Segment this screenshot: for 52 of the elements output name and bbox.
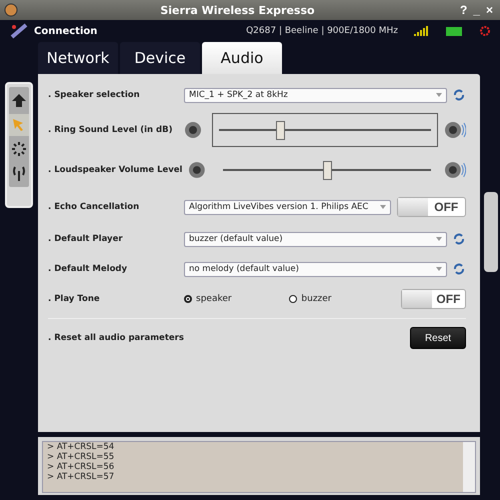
slider-track[interactable] — [212, 113, 438, 147]
setting-label: . Default Melody — [48, 264, 128, 274]
radio-option[interactable]: buzzer — [289, 294, 389, 304]
slider-thumb[interactable] — [276, 121, 286, 140]
signal-icon — [414, 26, 430, 36]
caret-icon — [436, 267, 442, 271]
window-control[interactable]: _ — [470, 3, 483, 17]
log-line: > AT+CRSL=56 — [47, 462, 116, 472]
toggle-switch[interactable]: OFF — [400, 289, 466, 309]
setting-label: . Default Player — [48, 234, 124, 244]
radio-button[interactable] — [184, 295, 192, 303]
window-title: Sierra Wireless Expresso — [159, 4, 316, 16]
log-line: > AT+CRSL=55 — [47, 452, 116, 462]
caret-icon — [380, 205, 386, 209]
log-line: > AT+CRSL=54 — [47, 442, 116, 452]
battery-icon — [446, 26, 462, 36]
caret-icon — [436, 237, 442, 241]
app-logo-icon — [4, 3, 18, 17]
setting-label: . Reset all audio parameters — [48, 333, 184, 343]
reset-button[interactable]: Reset — [410, 327, 466, 349]
dropdown[interactable]: no melody (default value) — [184, 262, 447, 276]
caret-icon — [436, 93, 442, 97]
setting-label: . Loudspeaker Volume Level — [48, 165, 182, 175]
refresh-icon[interactable] — [453, 233, 465, 245]
window-control[interactable]: ? — [456, 3, 470, 17]
radio-button[interactable] — [289, 295, 298, 303]
tab[interactable]: Device — [120, 42, 200, 74]
refresh-icon[interactable] — [453, 263, 465, 275]
slider-thumb[interactable] — [323, 161, 332, 180]
satellite-icon — [10, 23, 28, 39]
tab[interactable]: Audio — [202, 42, 282, 74]
dropdown[interactable]: buzzer (default value) — [184, 232, 447, 246]
setting-label: . Play Tone — [48, 294, 101, 304]
dropdown[interactable]: MIC_1 + SPK_2 at 8kHz — [184, 88, 447, 102]
log-line: > AT+CRSL=57 — [47, 472, 116, 482]
setting-label: . Speaker selection — [48, 90, 141, 100]
panel-handle[interactable] — [484, 192, 498, 272]
refresh-icon[interactable] — [453, 89, 465, 101]
network-status: Q2687 | Beeline | 900E/1800 MHz — [246, 26, 398, 36]
toggle-switch[interactable]: OFF — [396, 197, 466, 217]
tab[interactable]: Network — [38, 42, 118, 74]
speaker-icon — [444, 161, 466, 179]
dropdown[interactable]: Algorithm LiveVibes version 1. Philips AEC — [184, 200, 391, 214]
scrollbar[interactable] — [463, 442, 475, 492]
radio-option[interactable]: speaker — [184, 294, 284, 304]
spinner-icon — [9, 139, 29, 159]
gear-icon[interactable] — [480, 26, 490, 36]
setting-label: . Echo Cancellation — [48, 202, 140, 212]
setting-label: . Ring Sound Level (in dB) — [48, 125, 174, 135]
window-control[interactable]: × — [482, 3, 496, 17]
speaker-icon — [444, 121, 466, 139]
connection-label: Connection — [34, 26, 98, 36]
